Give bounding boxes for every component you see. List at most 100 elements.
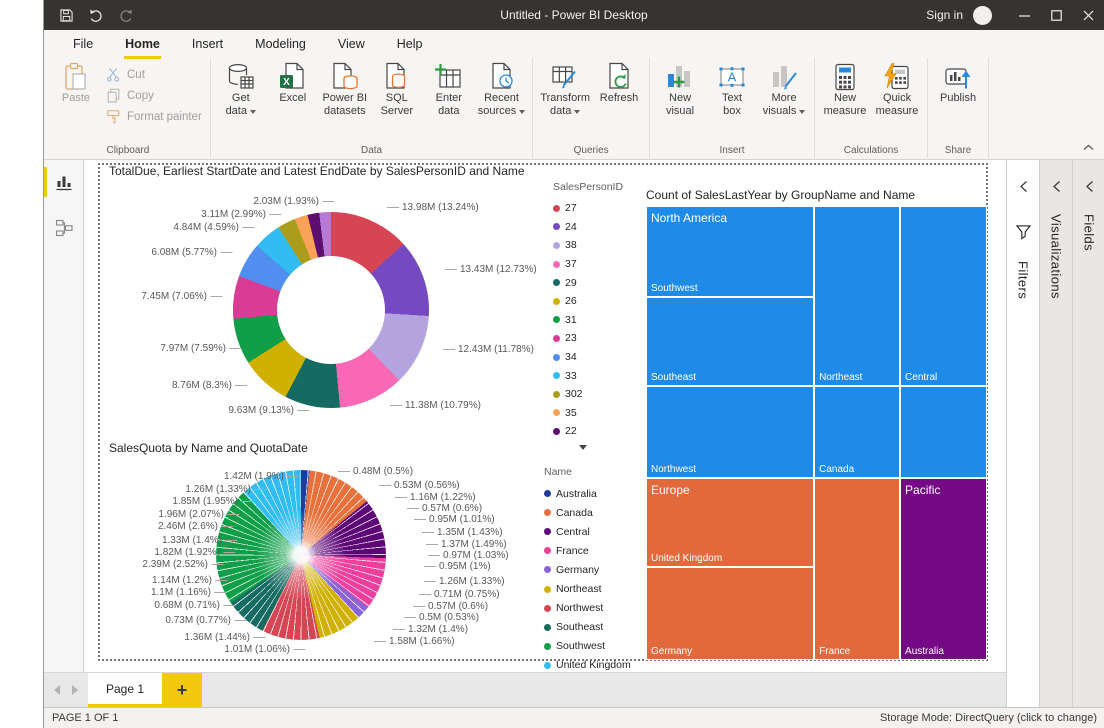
expand-visualizations-chevron[interactable] (1052, 180, 1061, 198)
more-visuals-button[interactable]: Morevisuals (758, 59, 810, 144)
expand-fields-chevron[interactable] (1085, 180, 1094, 198)
button-label: SQL (386, 92, 408, 105)
data-label: 0.57M (0.6%) (413, 601, 488, 612)
legend-item-302[interactable]: 302 (553, 385, 623, 404)
leader-line (215, 580, 227, 581)
menu-tab-view[interactable]: View (325, 32, 378, 56)
legend-label: 29 (565, 277, 577, 289)
quick-measure-icon (882, 62, 912, 92)
legend-item-34[interactable]: 34 (553, 348, 623, 367)
legend-item-germany[interactable]: Germany (544, 560, 631, 579)
treemap-cell-canada[interactable]: Canada (814, 386, 900, 478)
sql-server-button[interactable]: SQLServer (371, 59, 423, 144)
legend-item-22[interactable]: 22 (553, 422, 623, 441)
menu-tab-file[interactable]: File (60, 32, 106, 56)
legend-scroll-down-icon[interactable] (579, 445, 587, 450)
legend-dot-icon (544, 509, 551, 516)
transform-data-button[interactable]: Transformdata (537, 59, 593, 144)
data-label: 0.95M (1%) (424, 561, 491, 572)
legend-item-26[interactable]: 26 (553, 292, 623, 311)
sidebar-item-report-view[interactable] (44, 165, 83, 199)
legend-label: France (556, 545, 589, 557)
menu-tab-home[interactable]: Home (112, 32, 173, 56)
legend-item-australia[interactable]: Australia (544, 484, 631, 503)
save-button[interactable] (60, 9, 73, 22)
legend-dot-icon (553, 409, 560, 416)
prev-page-arrow[interactable] (54, 685, 60, 695)
legend-item-27[interactable]: 27 (553, 199, 623, 218)
button-label: box (723, 105, 741, 118)
legend-item-southeast[interactable]: Southeast (544, 618, 631, 637)
treemap-cell-australia[interactable]: AustraliaPacific (900, 478, 987, 660)
expand-filters-chevron[interactable] (1019, 180, 1028, 198)
sql-server-icon (382, 62, 412, 92)
title-bar: Untitled - Power BI Desktop Sign in (44, 0, 1104, 30)
report-view-icon (55, 173, 73, 191)
legend-item-northeast[interactable]: Northeast (544, 579, 631, 598)
treemap-cell-northwest[interactable]: Northwest (646, 386, 814, 478)
quick-measure-button[interactable]: Quickmeasure (871, 59, 923, 144)
treemap-cell-southeast[interactable]: Southeast (646, 297, 814, 386)
button-label (618, 105, 621, 118)
storage-mode[interactable]: Storage Mode: DirectQuery (click to chan… (880, 712, 1097, 724)
pbi-datasets-button[interactable]: Power BIdatasets (319, 59, 371, 144)
treemap-cell-central[interactable]: Central (900, 206, 987, 386)
legend-label: Northwest (556, 602, 603, 614)
legend-item-38[interactable]: 38 (553, 236, 623, 255)
filters-panel[interactable]: Filters (1006, 160, 1039, 707)
excel-button[interactable]: XExcel (267, 59, 319, 144)
treemap-cell-unlabeled[interactable] (900, 386, 987, 478)
enter-data-button[interactable]: Enterdata (423, 59, 475, 144)
menu-tab-help[interactable]: Help (384, 32, 436, 56)
visualizations-panel[interactable]: Visualizations (1039, 160, 1072, 707)
legend-item-24[interactable]: 24 (553, 218, 623, 237)
menu-tab-insert[interactable]: Insert (179, 32, 236, 56)
legend-item-37[interactable]: 37 (553, 255, 623, 274)
maximize-button[interactable] (1040, 0, 1072, 30)
data-label: 0.95M (1.01%) (414, 514, 495, 525)
ribbon-collapse-chevron[interactable] (1083, 138, 1094, 156)
get-data-button[interactable]: Getdata (215, 59, 267, 144)
treemap-cell-united-kingdom[interactable]: United KingdomEurope (646, 478, 814, 567)
legend-item-29[interactable]: 29 (553, 273, 623, 292)
legend-item-31[interactable]: 31 (553, 311, 623, 330)
fields-panel-title: Fields (1082, 214, 1097, 251)
new-visual-button[interactable]: Newvisual (654, 59, 706, 144)
undo-button[interactable] (89, 9, 103, 22)
treemap-cell-france[interactable]: France (814, 478, 900, 660)
minimize-button[interactable] (1008, 0, 1040, 30)
legend-item-central[interactable]: Central (544, 522, 631, 541)
add-page-button[interactable]: + (162, 673, 202, 707)
page-tab[interactable]: Page 1 (88, 673, 162, 707)
avatar[interactable] (973, 6, 992, 25)
legend-item-35[interactable]: 35 (553, 404, 623, 423)
legend-item-southwest[interactable]: Southwest (544, 637, 631, 656)
leader-line (220, 252, 232, 253)
menu-tab-modeling[interactable]: Modeling (242, 32, 319, 56)
refresh-button[interactable]: Refresh (593, 59, 645, 144)
legend-item-canada[interactable]: Canada (544, 503, 631, 522)
legend-item-france[interactable]: France (544, 541, 631, 560)
donut-chart[interactable] (233, 212, 429, 408)
legend-item-23[interactable]: 23 (553, 329, 623, 348)
next-page-arrow[interactable] (72, 685, 78, 695)
treemap-chart[interactable]: SouthwestNorth AmericaSoutheastNorthwest… (646, 206, 987, 660)
new-measure-button[interactable]: Newmeasure (819, 59, 871, 144)
close-button[interactable] (1072, 0, 1104, 30)
fields-panel[interactable]: Fields (1072, 160, 1104, 707)
treemap-cell-germany[interactable]: Germany (646, 567, 814, 660)
button-label: Enter (436, 92, 462, 105)
button-label: Power BI (322, 92, 367, 105)
legend-item-33[interactable]: 33 (553, 366, 623, 385)
sidebar-item-model-view[interactable] (44, 211, 83, 245)
text-box-button[interactable]: ATextbox (706, 59, 758, 144)
legend-item-northwest[interactable]: Northwest (544, 599, 631, 618)
treemap-cell-northeast[interactable]: Northeast (814, 206, 900, 386)
treemap-cell-label: Canada (819, 464, 854, 475)
recent-sources-button[interactable]: Recentsources (475, 59, 529, 144)
publish-button[interactable]: Publish (932, 59, 984, 144)
sign-in-button[interactable]: Sign in (926, 8, 973, 22)
treemap-cell-southwest[interactable]: SouthwestNorth America (646, 206, 814, 297)
data-label: 0.73M (0.77%) (165, 615, 246, 626)
legend-item-united-kingdom[interactable]: United Kingdom (544, 656, 631, 672)
